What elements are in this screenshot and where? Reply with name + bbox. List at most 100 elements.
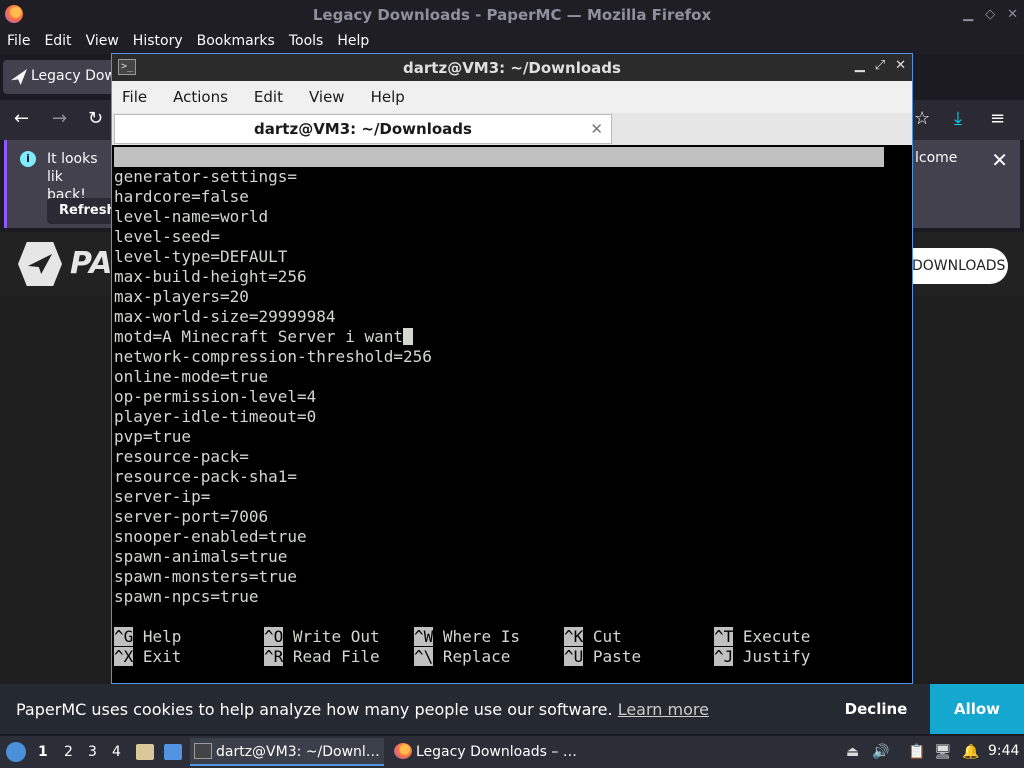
workspace-2[interactable]: 2 xyxy=(64,744,73,760)
nano-filename: server.properties * xyxy=(434,187,618,206)
nano-header: GNU nano 6.2 server.properties * xyxy=(114,147,884,206)
bookmark-star-icon[interactable]: ☆ xyxy=(914,108,930,129)
terminal-minimize-icon[interactable]: ▁ xyxy=(855,58,865,73)
papermc-favicon-icon xyxy=(11,69,27,85)
file-line: hardcore=false xyxy=(114,187,249,206)
clipboard-icon[interactable]: 📋 xyxy=(908,744,925,760)
shortcut-where-is[interactable]: ^W Where Is xyxy=(414,627,520,647)
eject-icon[interactable]: ⏏ xyxy=(846,744,859,760)
file-manager-icon[interactable] xyxy=(136,744,154,760)
file-line: level-type=DEFAULT xyxy=(114,247,288,266)
terminal-menu-edit[interactable]: Edit xyxy=(254,81,283,113)
papermc-logo-icon[interactable] xyxy=(18,242,62,286)
menu-bookmarks[interactable]: Bookmarks xyxy=(197,30,275,54)
shortcut-execute[interactable]: ^T Execute xyxy=(714,627,810,647)
shortcut-justify[interactable]: ^J Justify xyxy=(714,647,810,667)
terminal-close-icon[interactable]: ✕ xyxy=(895,58,906,73)
notification-icon[interactable]: 🔔 xyxy=(962,744,979,760)
file-line: generator-settings= xyxy=(114,167,298,186)
maximize-icon[interactable]: ◇ xyxy=(985,7,995,22)
file-line: spawn-npcs=true xyxy=(114,587,259,606)
downloads-icon[interactable]: ⤓ xyxy=(954,108,962,129)
terminal-task-icon xyxy=(194,743,212,759)
menu-file[interactable]: File xyxy=(7,30,30,54)
shortcut-read-file[interactable]: ^R Read File xyxy=(264,647,380,667)
start-menu-icon[interactable] xyxy=(6,742,26,762)
terminal-tab[interactable]: dartz@VM3: ~/Downloads ✕ xyxy=(114,114,612,144)
shortcut-write-out[interactable]: ^O Write Out xyxy=(264,627,380,647)
shortcut-key: ^R xyxy=(264,647,284,666)
menu-edit[interactable]: Edit xyxy=(44,30,71,54)
menu-history[interactable]: History xyxy=(133,30,183,54)
file-line: max-players=20 xyxy=(114,287,249,306)
terminal-window: >_ dartz@VM3: ~/Downloads ▁ ⤢ ✕ File Act… xyxy=(111,53,913,684)
reload-icon[interactable]: ↻ xyxy=(88,108,103,129)
minimize-icon[interactable]: ▁ xyxy=(963,7,973,22)
workspace-1[interactable]: 1 xyxy=(38,744,48,760)
terminal-menu-view[interactable]: View xyxy=(309,81,345,113)
shortcut-key: ^K xyxy=(564,627,584,646)
terminal-menu-file[interactable]: File xyxy=(122,81,147,113)
file-line: resource-pack-sha1= xyxy=(114,467,298,486)
shortcut-replace[interactable]: ^\ Replace xyxy=(414,647,510,667)
file-line: level-name=world xyxy=(114,207,269,226)
shortcut-exit[interactable]: ^X Exit xyxy=(114,647,181,667)
shortcut-label: Cut xyxy=(592,627,622,646)
notification-message: It looks lik back! xyxy=(47,150,117,204)
firefox-titlebar: Legacy Downloads - PaperMC — Mozilla Fir… xyxy=(0,0,1024,30)
shortcut-cut[interactable]: ^K Cut xyxy=(564,627,622,647)
site-brand[interactable]: PA xyxy=(70,246,112,281)
shortcut-key: ^W xyxy=(414,627,434,646)
network-icon[interactable]: 🖥 xyxy=(934,744,952,760)
shortcut-label: Where Is xyxy=(442,627,520,646)
file-line: spawn-monsters=true xyxy=(114,567,298,586)
shortcut-paste[interactable]: ^U Paste xyxy=(564,647,641,667)
workspace-3[interactable]: 3 xyxy=(88,744,97,760)
shortcut-label: Replace xyxy=(442,647,511,666)
shortcut-label: Help xyxy=(142,627,182,646)
shortcut-key: ^X xyxy=(114,647,134,666)
volume-icon[interactable]: 🔊 xyxy=(872,744,889,760)
shortcut-label: Paste xyxy=(592,647,642,666)
show-desktop-icon[interactable] xyxy=(164,744,182,760)
cookie-banner: PaperMC uses cookies to help analyze how… xyxy=(0,684,1024,734)
clock[interactable]: 9:44 xyxy=(988,743,1019,759)
menu-tools[interactable]: Tools xyxy=(289,30,324,54)
forward-arrow-icon[interactable]: → xyxy=(52,108,67,129)
shortcut-key: ^T xyxy=(714,627,734,646)
menu-view[interactable]: View xyxy=(86,30,119,54)
shortcut-key: ^U xyxy=(564,647,584,666)
terminal-menu-actions[interactable]: Actions xyxy=(173,81,228,113)
terminal-menubar: File Actions Edit View Help xyxy=(112,81,912,113)
decline-button[interactable]: Decline xyxy=(836,684,916,734)
refresh-button[interactable]: Refresh xyxy=(47,198,117,224)
notification-close-icon[interactable]: ✕ xyxy=(991,148,1008,172)
file-line: online-mode=true xyxy=(114,367,269,386)
nano-shortcut-bar: ^G Help ^O Write Out ^W Where Is ^K Cut … xyxy=(114,627,910,667)
terminal-tab-title: dartz@VM3: ~/Downloads xyxy=(254,120,472,138)
menu-help[interactable]: Help xyxy=(337,30,369,54)
taskbar-firefox[interactable]: Legacy Downloads – … xyxy=(390,738,580,766)
file-line: pvp=true xyxy=(114,427,192,446)
motd-line-text: motd=A Minecraft Server i want xyxy=(114,327,403,346)
nano-editor[interactable]: GNU nano 6.2 server.properties * generat… xyxy=(114,147,910,681)
app-menu-icon[interactable]: ≡ xyxy=(990,108,1005,129)
terminal-menu-help[interactable]: Help xyxy=(371,81,405,113)
close-icon[interactable]: ✕ xyxy=(1007,7,1018,22)
back-arrow-icon[interactable]: ← xyxy=(14,108,29,129)
terminal-tab-close-icon[interactable]: ✕ xyxy=(590,115,603,143)
shortcut-help[interactable]: ^G Help xyxy=(114,627,181,647)
taskbar-terminal[interactable]: dartz@VM3: ~/Downl… xyxy=(190,738,384,766)
notification-message-end: lcome xyxy=(915,150,958,166)
shortcut-label: Exit xyxy=(142,647,182,666)
terminal-maximize-icon[interactable]: ⤢ xyxy=(875,58,885,73)
terminal-titlebar: >_ dartz@VM3: ~/Downloads ▁ ⤢ ✕ xyxy=(112,54,912,81)
file-line: spawn-animals=true xyxy=(114,547,288,566)
learn-more-link[interactable]: Learn more xyxy=(618,700,709,719)
nano-buffer[interactable]: generator-settings= hardcore=false level… xyxy=(114,167,432,607)
firefox-menubar: File Edit View History Bookmarks Tools H… xyxy=(0,30,1024,54)
allow-button[interactable]: Allow xyxy=(930,684,1024,734)
file-line: max-world-size=29999984 xyxy=(114,307,336,326)
shortcut-key: ^J xyxy=(714,647,734,666)
workspace-4[interactable]: 4 xyxy=(112,744,121,760)
